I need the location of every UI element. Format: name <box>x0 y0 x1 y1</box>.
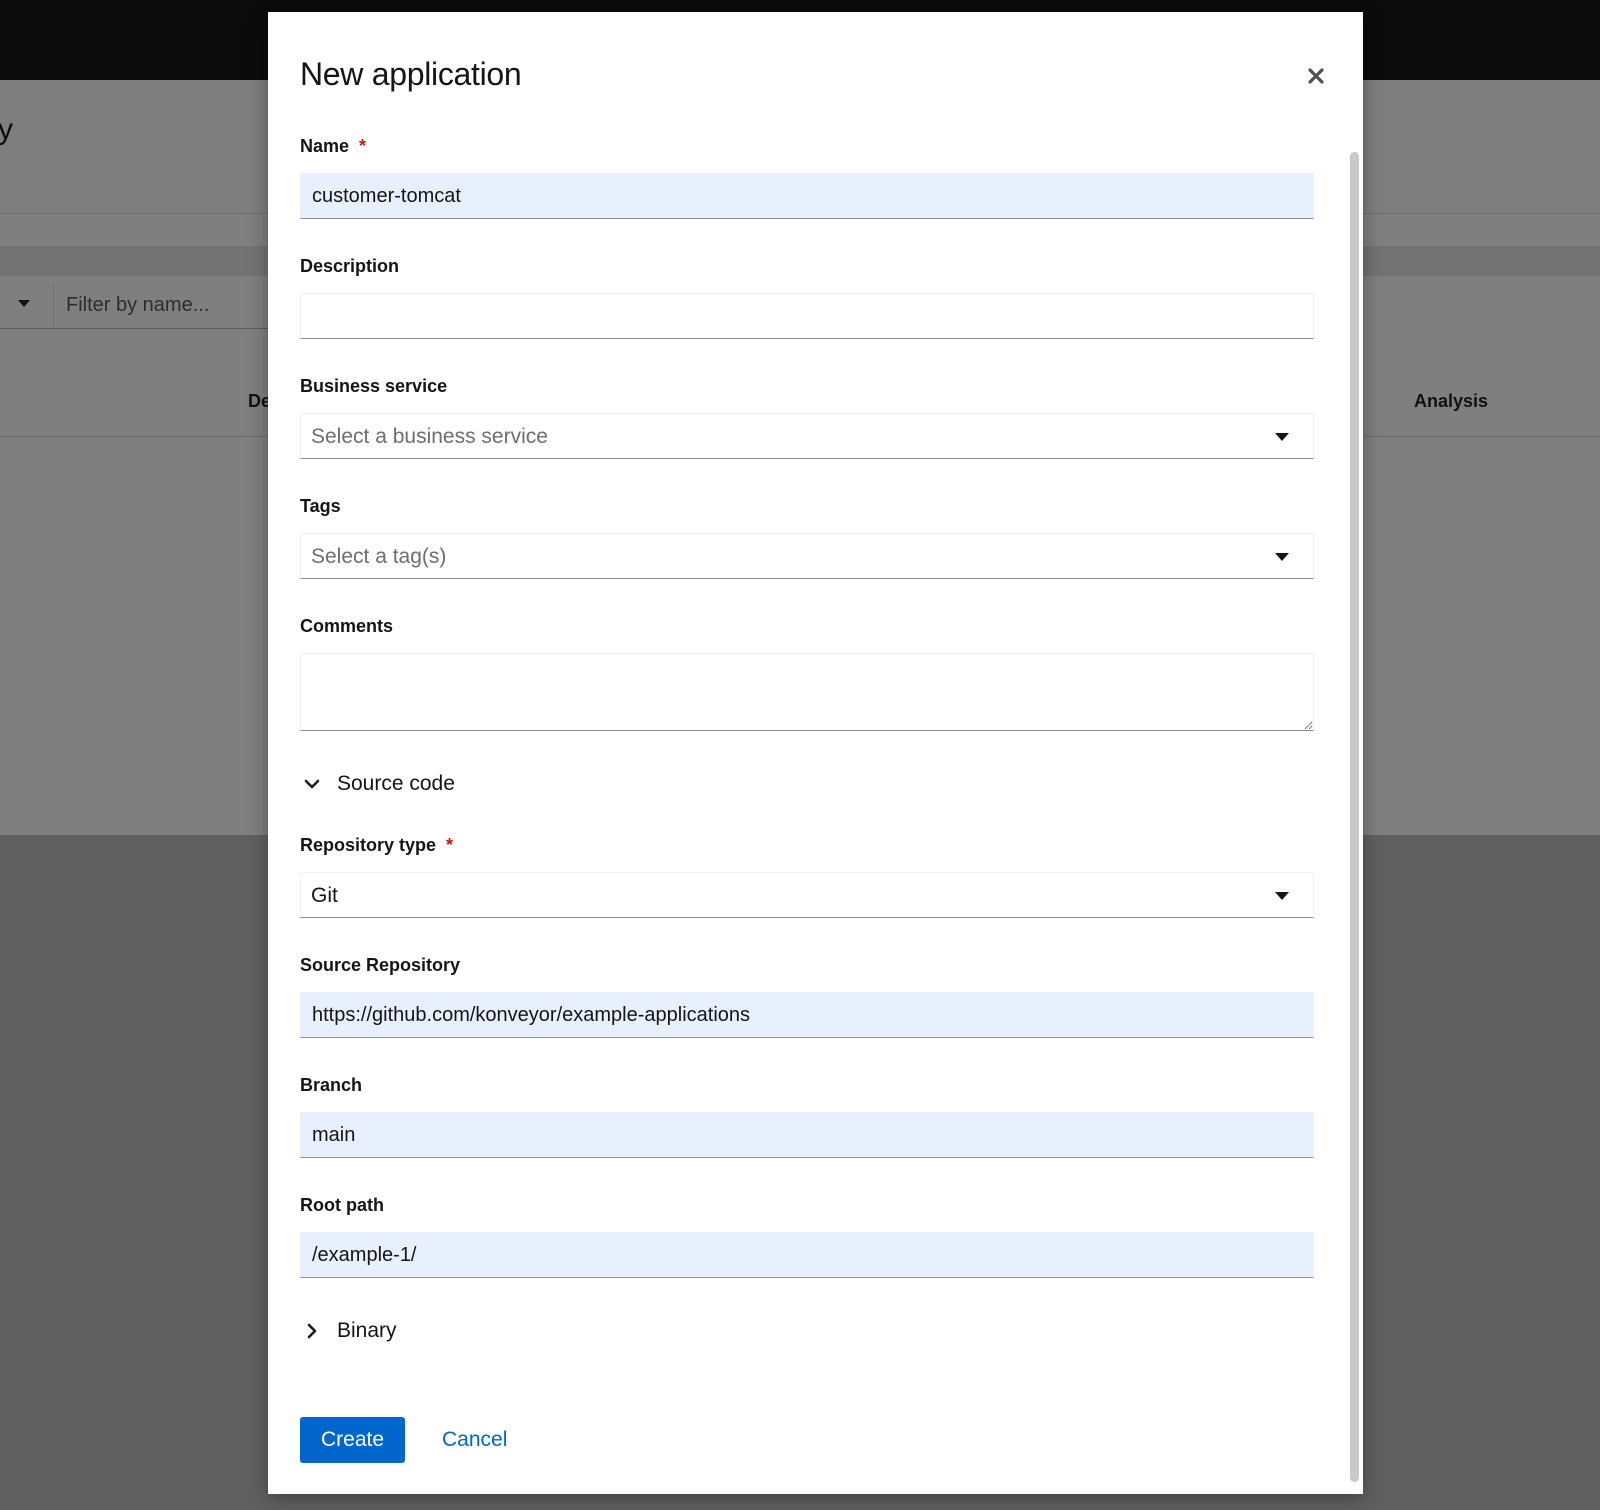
tags-label: Tags <box>300 496 341 516</box>
scrollbar-thumb[interactable] <box>1350 152 1359 1482</box>
source-repository-label: Source Repository <box>300 955 461 975</box>
page-title: y <box>0 113 13 146</box>
comments-label: Comments <box>300 616 394 636</box>
root-path-label: Root path <box>300 1195 384 1215</box>
source-code-label: Source code <box>337 772 455 795</box>
required-marker: * <box>359 136 367 156</box>
chevron-down-icon <box>304 779 320 789</box>
filter-dropdown-caret-icon <box>18 300 30 307</box>
close-icon <box>1308 68 1324 84</box>
filter-underline <box>0 328 270 329</box>
tags-select[interactable]: Select a tag(s) <box>300 533 1314 579</box>
branch-label: Branch <box>300 1075 363 1095</box>
close-button[interactable] <box>1302 62 1330 90</box>
tags-placeholder: Select a tag(s) <box>311 545 447 568</box>
chevron-right-icon <box>307 1323 317 1339</box>
create-button[interactable]: Create <box>300 1417 405 1463</box>
branch-field[interactable] <box>300 1112 1314 1158</box>
business-service-label: Business service <box>300 376 448 396</box>
modal-title: New application <box>300 56 522 92</box>
description-field[interactable] <box>300 293 1314 339</box>
new-application-modal: New application Name* Description Busine… <box>268 12 1363 1494</box>
table-column-header-analysis: Analysis <box>1414 391 1489 411</box>
repository-type-label: Repository type * <box>300 835 454 855</box>
filter-input: Filter by name... <box>66 294 210 316</box>
caret-down-icon <box>1275 892 1289 900</box>
repository-type-select[interactable]: Git <box>300 872 1314 918</box>
caret-down-icon <box>1275 433 1289 441</box>
root-path-field[interactable] <box>300 1232 1314 1278</box>
binary-label: Binary <box>337 1319 397 1342</box>
business-service-placeholder: Select a business service <box>311 425 548 448</box>
repository-type-value: Git <box>311 884 338 907</box>
required-marker: * <box>446 835 454 855</box>
cancel-button[interactable]: Cancel <box>432 1417 517 1463</box>
caret-down-icon <box>1275 553 1289 561</box>
description-label: Description <box>300 256 400 276</box>
comments-textarea[interactable] <box>300 653 1314 731</box>
source-repository-field[interactable] <box>300 992 1314 1038</box>
name-label: Name * <box>300 136 367 156</box>
business-service-select[interactable]: Select a business service <box>300 413 1314 459</box>
name-field[interactable] <box>300 173 1314 219</box>
filter-separator <box>53 284 54 328</box>
